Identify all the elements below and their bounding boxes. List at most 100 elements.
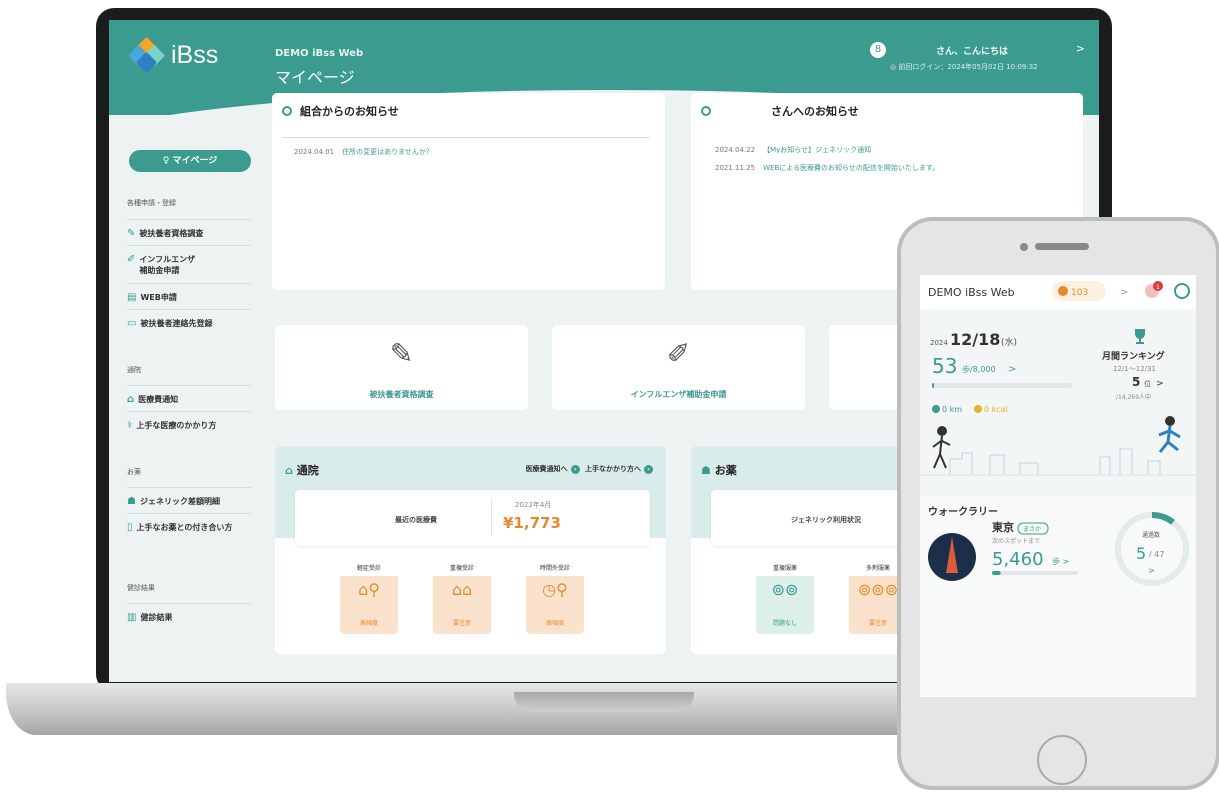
tile-dependent-survey[interactable]: ✎ 被扶養者資格調査 (275, 325, 528, 410)
visit-panel: ⌂ 通院 医療費通知へ › 上手なかかり方へ › 最近の医療費 2022年4月 ¥1… (275, 446, 666, 654)
hospital-search-icon: ⌂⚲ (358, 580, 380, 599)
walker-icon (932, 426, 951, 469)
visit-panel-links: 医療費通知へ › 上手なかかり方へ › (526, 464, 656, 474)
chevron-right-icon[interactable]: 歩 > (1052, 556, 1069, 566)
org-notice-title: 組合からのお知らせ (282, 103, 399, 119)
steps-value[interactable]: 53 (932, 354, 957, 378)
tip-card[interactable]: 重複受診 ⌂⌂ 要注意 (433, 562, 491, 634)
recent-cost-summary[interactable]: 最近の医療費 2022年4月 ¥1,773 (295, 490, 650, 546)
logo-text: iBss (171, 40, 219, 69)
next-spot-label: 次のスポットまで (992, 537, 1040, 545)
next-spot-steps[interactable]: 5,460 (992, 549, 1044, 570)
divider (282, 137, 649, 138)
tip-card[interactable]: 重複服薬 ⊚⊚ 問題なし (756, 562, 814, 634)
document-icon: ▤ (127, 292, 137, 303)
notice-row[interactable]: 2024.04.22 【Myお知らせ】ジェネリック通知 (715, 145, 871, 155)
visit-panel-title: ⌂ 通院 (285, 464, 319, 477)
sidebar-item-medical-tips[interactable]: ⚕ 上手な医療のかかり方 (127, 411, 251, 431)
notice-row[interactable]: 2024.04.01 住所の変更はありませんか？ (294, 147, 433, 157)
medicine-bottle-icon: ▯ (127, 522, 133, 533)
user-menu[interactable]: 8 さん、こんにちは > ◎ 前回ログイン：2024年05月02日 10:09:… (870, 42, 1085, 82)
phone-app-title: DEMO iBss Web (928, 286, 1015, 299)
date-year: 2024 (930, 339, 948, 347)
personal-notice-title: さんへのお知らせ (701, 103, 859, 119)
tip-card[interactable]: 軽症受診 ⌂⚲ 高頻度 (340, 562, 398, 634)
laptop-notch (514, 692, 694, 712)
distance-icon (932, 405, 940, 413)
recent-cost-label: 最近の医療費 (395, 516, 437, 524)
sidebar-item-medicine-tips[interactable]: ▯ 上手なお薬との付き合い方 (127, 513, 251, 533)
city-badge-label: まさか (1023, 526, 1041, 533)
clock-search-icon: ◷⚲ (542, 580, 568, 599)
spot-progress-fill (992, 571, 1001, 575)
chevron-right-icon: › (644, 465, 653, 474)
pills-icon: ⊚⊚ (771, 580, 799, 599)
coin-icon (1058, 286, 1068, 296)
distance-value: 0 km (942, 405, 962, 414)
notification-count: 1 (1156, 284, 1160, 291)
medicine-panel-title: ☗ お薬 (701, 464, 737, 477)
recent-cost-month: 2022年4月 (515, 501, 552, 509)
phone-home-button[interactable] (1037, 735, 1087, 785)
phone: DEMO iBss Web 103 > 1 2024 12/18 (水) 53 … (897, 217, 1219, 790)
chevron-right-icon[interactable]: > (1156, 379, 1164, 389)
step-progress-fill (932, 383, 934, 388)
city-illustration (920, 448, 1196, 476)
date-value: 12/18 (950, 330, 1000, 349)
spots-done[interactable]: 5 (1136, 544, 1146, 563)
steps-goal: 歩/8,000 (962, 364, 996, 374)
pill-icon: ☗ (127, 496, 136, 507)
stethoscope-icon: ⚕ (127, 420, 133, 431)
sidebar-item-dependent-contact[interactable]: ▭ 被扶養者連絡先登録 (127, 309, 251, 329)
tile-flu-subsidy[interactable]: ✐ インフルエンザ補助金申請 (552, 325, 805, 410)
rank-total: /14,269人中 (1116, 393, 1151, 401)
chevron-right-icon[interactable]: > (1148, 566, 1155, 575)
sidebar-item-checkup-results[interactable]: ▥ 健診結果 (127, 603, 251, 623)
phone-speaker (1035, 243, 1089, 250)
generic-usage-label: ジェネリック利用状況 (791, 516, 861, 524)
circle-icon (701, 106, 711, 116)
chart-icon: ▥ (127, 612, 137, 623)
step-progress-track (932, 383, 1072, 388)
sidebar-section-title: お薬 (127, 468, 141, 476)
phone-camera (1020, 243, 1028, 251)
recent-cost-amount: ¥1,773 (503, 514, 561, 532)
notice-row[interactable]: 2021.11.25 WEBによる医療費のお知らせの配信を開始いたします。 (715, 163, 939, 173)
last-login: ◎ 前回ログイン：2024年05月02日 10:09:32 (890, 63, 1038, 71)
pill-icon: ☗ (701, 464, 715, 477)
spots-total: / 47 (1149, 550, 1164, 559)
syringe-icon: ✐ (666, 337, 691, 370)
sidebar-item-generic-diff[interactable]: ☗ ジェネリック差額明細 (127, 487, 251, 507)
chevron-right-icon: › (570, 465, 580, 474)
user-avatar-icon: 8 (870, 42, 886, 58)
site-name: DEMO iBss Web (275, 48, 364, 59)
logo[interactable]: iBss (127, 36, 219, 74)
pen-icon: ✎ (389, 337, 414, 370)
medical-notice-link[interactable]: 医療費通知へ › (526, 465, 583, 474)
chevron-right-icon[interactable]: > (1120, 287, 1128, 298)
tip-card[interactable]: 時間外受診 ◷⚲ 高頻度 (526, 562, 584, 634)
chevron-right-icon: > (1075, 42, 1085, 55)
sidebar-item-dependent-survey[interactable]: ✎ 被扶養者資格調査 (127, 219, 251, 239)
mypage-button[interactable]: ♀ マイページ (129, 150, 251, 172)
person-icon: ♀ (162, 156, 173, 166)
divider (491, 500, 492, 536)
medical-tips-link[interactable]: 上手なかかり方へ › (585, 465, 656, 474)
points-value: 103 (1071, 288, 1088, 298)
sidebar: ♀ マイページ 各種申請・登録 ✎ 被扶養者資格調査 ✐ インフルエンザ 補助金申請… (109, 115, 259, 682)
flame-icon (974, 405, 982, 413)
trophy-icon (1135, 329, 1145, 344)
circle-icon (282, 106, 292, 116)
ranking-period: 12/1〜12/31 (1113, 365, 1156, 373)
chevron-right-icon[interactable]: > (1008, 364, 1016, 375)
rank-value[interactable]: 5 (1132, 375, 1140, 389)
sidebar-item-flu-subsidy[interactable]: ✐ インフルエンザ 補助金申請 (127, 245, 251, 276)
org-notice-card: 組合からのお知らせ 2024.04.01 住所の変更はありませんか？ (272, 93, 665, 290)
walk-rally-title: ウォークラリー (928, 506, 998, 518)
sidebar-section-title: 健診結果 (127, 584, 155, 592)
sidebar-item-medical-notice[interactable]: ⌂ 医療費通知 (127, 385, 251, 405)
sidebar-section-title: 通院 (127, 366, 141, 374)
sidebar-item-web-application[interactable]: ▤ WEB申請 (127, 283, 251, 303)
pen-icon: ✎ (127, 228, 136, 239)
weekday: (水) (1001, 336, 1017, 348)
